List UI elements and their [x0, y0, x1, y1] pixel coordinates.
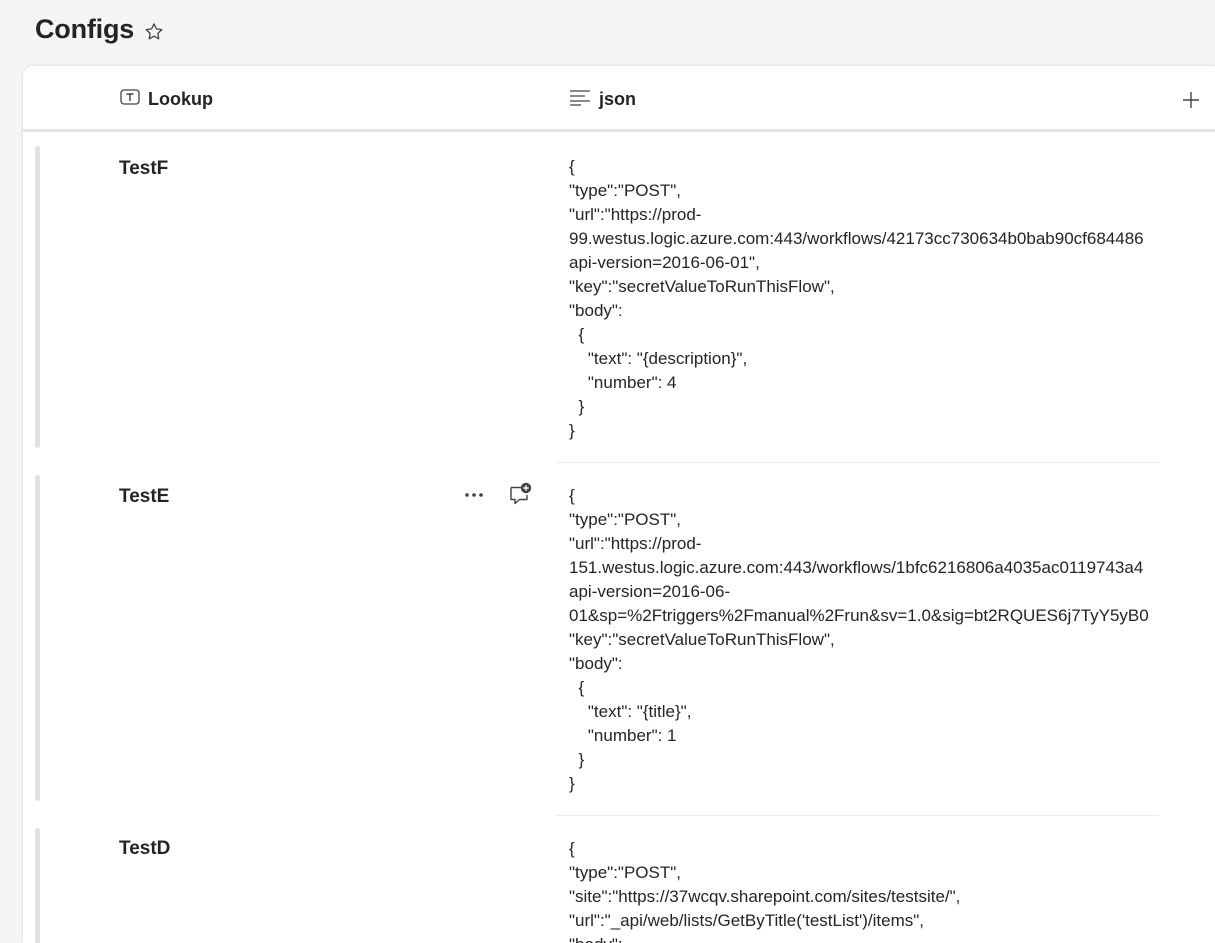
favorite-star-icon[interactable] — [143, 21, 165, 43]
text-column-icon — [120, 88, 148, 111]
row-selection-bar — [35, 146, 40, 448]
page-title: Configs — [35, 14, 135, 44]
page-header: Configs — [0, 0, 1215, 66]
row-json-value: { "type":"POST", "site":"https://37wcqv.… — [569, 839, 961, 943]
row-divider — [556, 462, 1159, 463]
row-selection-bar — [35, 828, 40, 943]
row-actions — [461, 482, 533, 508]
row-title[interactable]: TestD — [119, 838, 170, 860]
list-row[interactable]: TestF { "type":"POST", "url":"https://pr… — [23, 146, 1159, 463]
list-row[interactable]: TestE { "type":"POST", "url":"https://pr… — [23, 475, 1159, 816]
more-options-icon[interactable] — [461, 484, 487, 506]
row-json-value: { "type":"POST", "url":"https://prod- 99… — [569, 157, 1144, 440]
row-title[interactable]: TestE — [119, 486, 169, 508]
column-header-json-label: json — [599, 89, 637, 109]
column-header-row: Lookup json — [23, 66, 1215, 132]
row-selection-bar — [35, 475, 40, 801]
add-comment-icon[interactable] — [507, 482, 533, 508]
column-header-lookup-label: Lookup — [148, 89, 213, 109]
add-column-plus-icon[interactable] — [1180, 89, 1202, 111]
row-title[interactable]: TestF — [119, 158, 168, 180]
list-row[interactable]: TestD { "type":"POST", "site":"https://3… — [23, 828, 1159, 943]
multiline-text-icon — [569, 88, 599, 111]
column-header-lookup[interactable]: Lookup — [120, 88, 213, 111]
column-header-json[interactable]: json — [569, 88, 636, 111]
row-json-value: { "type":"POST", "url":"https://prod- 15… — [569, 486, 1149, 793]
row-divider — [556, 815, 1159, 816]
list-card: Lookup json TestF { "type":"POST", "url"… — [23, 66, 1215, 943]
